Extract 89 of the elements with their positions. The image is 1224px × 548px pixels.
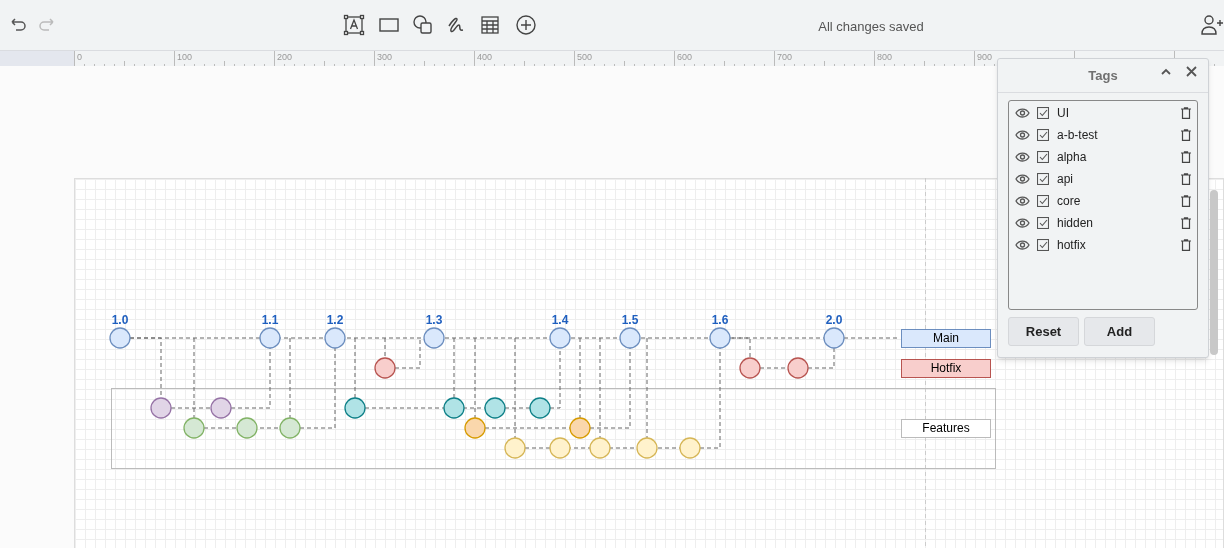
commit-node[interactable] bbox=[589, 437, 611, 459]
shapes-icon[interactable] bbox=[412, 14, 433, 35]
ruler-label: 900 bbox=[977, 52, 993, 62]
connector-line bbox=[807, 347, 835, 369]
branch-label[interactable]: Main bbox=[901, 329, 991, 348]
commit-node[interactable] bbox=[484, 397, 506, 419]
commit-node[interactable] bbox=[679, 437, 701, 459]
ruler-label: 700 bbox=[777, 52, 793, 62]
commit-node[interactable] bbox=[183, 417, 205, 439]
version-label: 1.2 bbox=[325, 312, 345, 329]
text-icon[interactable] bbox=[343, 14, 365, 36]
branch-label[interactable]: Hotfix bbox=[901, 359, 991, 378]
version-label: 1.0 bbox=[110, 312, 130, 329]
eye-icon[interactable] bbox=[1015, 196, 1030, 206]
commit-node[interactable] bbox=[823, 327, 845, 349]
ruler-label: 600 bbox=[677, 52, 693, 62]
ruler-label: 100 bbox=[177, 52, 193, 62]
add-icon[interactable] bbox=[515, 14, 537, 36]
checkbox[interactable] bbox=[1037, 239, 1049, 251]
tag-name: api bbox=[1057, 171, 1074, 188]
table-icon[interactable] bbox=[480, 15, 500, 35]
commit-node[interactable] bbox=[150, 397, 172, 419]
checkbox[interactable] bbox=[1037, 107, 1049, 119]
ruler-label: 0 bbox=[77, 52, 82, 62]
version-label: 1.6 bbox=[710, 312, 730, 329]
trash-icon[interactable] bbox=[1181, 107, 1191, 119]
rectangle-icon[interactable] bbox=[379, 15, 399, 35]
commit-node[interactable] bbox=[504, 437, 526, 459]
commit-node[interactable] bbox=[636, 437, 658, 459]
ruler-label: 800 bbox=[877, 52, 893, 62]
trash-icon[interactable] bbox=[1181, 195, 1191, 207]
checkbox[interactable] bbox=[1037, 217, 1049, 229]
commit-node[interactable] bbox=[549, 437, 571, 459]
eye-icon[interactable] bbox=[1015, 174, 1030, 184]
trash-icon[interactable] bbox=[1181, 239, 1191, 251]
branch-label[interactable]: Features bbox=[901, 419, 991, 438]
trash-icon[interactable] bbox=[1181, 151, 1191, 163]
commit-node[interactable] bbox=[464, 417, 486, 439]
commit-node[interactable] bbox=[324, 327, 346, 349]
eye-icon[interactable] bbox=[1015, 152, 1030, 162]
ruler-label: 400 bbox=[477, 52, 493, 62]
checkbox[interactable] bbox=[1037, 195, 1049, 207]
tag-name: alpha bbox=[1057, 149, 1088, 166]
trash-icon[interactable] bbox=[1181, 129, 1191, 141]
eye-icon[interactable] bbox=[1015, 218, 1030, 228]
eye-icon[interactable] bbox=[1015, 108, 1030, 118]
ruler-label: 500 bbox=[577, 52, 593, 62]
tag-name: core bbox=[1057, 193, 1082, 210]
commit-node[interactable] bbox=[787, 357, 809, 379]
commit-node[interactable] bbox=[619, 327, 641, 349]
add-user-icon[interactable] bbox=[1200, 14, 1224, 36]
checkbox[interactable] bbox=[1037, 151, 1049, 163]
commit-node[interactable] bbox=[529, 397, 551, 419]
trash-icon[interactable] bbox=[1181, 217, 1191, 229]
close-icon[interactable] bbox=[1186, 66, 1197, 77]
commit-node[interactable] bbox=[279, 417, 301, 439]
commit-node[interactable] bbox=[569, 417, 591, 439]
commit-node[interactable] bbox=[259, 327, 281, 349]
commit-node[interactable] bbox=[739, 357, 761, 379]
commit-node[interactable] bbox=[236, 417, 258, 439]
commit-node[interactable] bbox=[549, 327, 571, 349]
commit-node[interactable] bbox=[709, 327, 731, 349]
eye-icon[interactable] bbox=[1015, 130, 1030, 140]
commit-node[interactable] bbox=[374, 357, 396, 379]
panel-title: Tags bbox=[1087, 67, 1119, 85]
commit-node[interactable] bbox=[109, 327, 131, 349]
version-label: 1.3 bbox=[424, 312, 444, 329]
collapse-icon[interactable] bbox=[1160, 67, 1172, 77]
trash-icon[interactable] bbox=[1181, 173, 1191, 185]
ruler-label: 200 bbox=[277, 52, 293, 62]
ruler-label: 300 bbox=[377, 52, 393, 62]
version-label: 2.0 bbox=[824, 312, 844, 329]
tag-name: hotfix bbox=[1057, 237, 1087, 254]
save-status: All changes saved bbox=[817, 18, 925, 36]
commit-node[interactable] bbox=[443, 397, 465, 419]
eye-icon[interactable] bbox=[1015, 240, 1030, 250]
commit-node[interactable] bbox=[210, 397, 232, 419]
version-label: 1.1 bbox=[260, 312, 280, 329]
checkbox[interactable] bbox=[1037, 173, 1049, 185]
checkbox[interactable] bbox=[1037, 129, 1049, 141]
version-label: 1.4 bbox=[550, 312, 570, 329]
panel-button[interactable]: Add bbox=[1084, 317, 1155, 346]
tag-name: a-b-test bbox=[1057, 127, 1099, 144]
version-label: 1.5 bbox=[620, 312, 640, 329]
tag-name: UI bbox=[1057, 105, 1070, 122]
panel-button[interactable]: Reset bbox=[1008, 317, 1079, 346]
tag-name: hidden bbox=[1057, 215, 1095, 232]
commit-node[interactable] bbox=[344, 397, 366, 419]
commit-node[interactable] bbox=[423, 327, 445, 349]
